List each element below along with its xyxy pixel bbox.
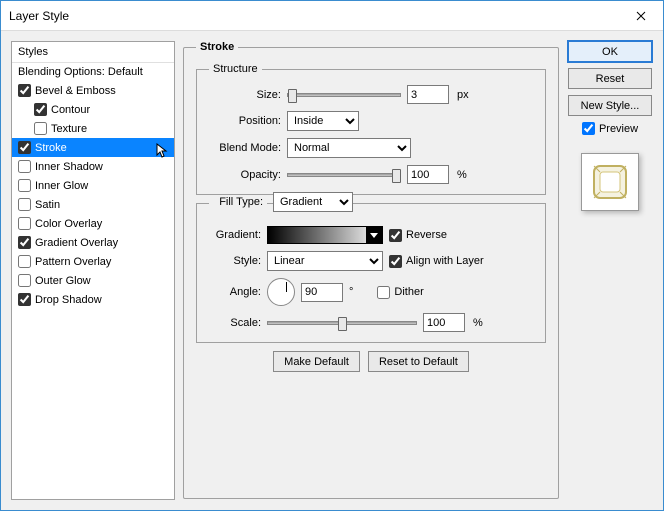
sidebar-item-bevel-emboss[interactable]: Bevel & Emboss bbox=[12, 81, 174, 100]
ok-button[interactable]: OK bbox=[568, 41, 652, 62]
inner-shadow-checkbox[interactable] bbox=[18, 160, 31, 173]
opacity-input[interactable] bbox=[407, 165, 449, 184]
opacity-row: Opacity: % bbox=[209, 165, 533, 184]
blending-options-row[interactable]: Blending Options: Default bbox=[12, 63, 174, 81]
gradient-style-select[interactable]: Linear bbox=[267, 251, 383, 271]
gradient-picker[interactable] bbox=[267, 226, 383, 244]
opacity-slider-thumb[interactable] bbox=[392, 169, 401, 183]
style-label: Style: bbox=[209, 255, 261, 267]
inner-glow-checkbox[interactable] bbox=[18, 179, 31, 192]
reset-default-button[interactable]: Reset to Default bbox=[368, 351, 469, 372]
titlebar: Layer Style bbox=[1, 1, 663, 31]
window-title: Layer Style bbox=[9, 9, 618, 23]
bevel-checkbox[interactable] bbox=[18, 84, 31, 97]
size-label: Size: bbox=[209, 89, 281, 101]
close-button[interactable] bbox=[618, 1, 663, 30]
style-row: Style: Linear Align with Layer bbox=[209, 251, 533, 271]
scale-row: Scale: % bbox=[209, 313, 533, 332]
styles-sidebar: Styles Blending Options: Default Bevel &… bbox=[11, 41, 175, 500]
main-panel: Stroke Structure Size: px Position: Insi… bbox=[183, 41, 559, 500]
position-row: Position: Inside bbox=[209, 111, 533, 131]
texture-checkbox[interactable] bbox=[34, 122, 47, 135]
sidebar-item-outer-glow[interactable]: Outer Glow bbox=[12, 271, 174, 290]
opacity-label: Opacity: bbox=[209, 169, 281, 181]
sidebar-item-pattern-overlay[interactable]: Pattern Overlay bbox=[12, 252, 174, 271]
size-slider-thumb[interactable] bbox=[288, 89, 297, 103]
size-unit: px bbox=[457, 89, 469, 101]
sidebar-item-drop-shadow[interactable]: Drop Shadow bbox=[12, 290, 174, 309]
action-column: OK Reset New Style... Preview bbox=[567, 41, 653, 500]
blend-row: Blend Mode: Normal bbox=[209, 138, 533, 158]
dither-option[interactable]: Dither bbox=[377, 286, 423, 299]
sidebar-item-color-overlay[interactable]: Color Overlay bbox=[12, 214, 174, 233]
fill-type-select[interactable]: Gradient bbox=[273, 192, 353, 212]
scale-slider[interactable] bbox=[267, 321, 417, 325]
blend-label: Blend Mode: bbox=[209, 142, 281, 154]
size-row: Size: px bbox=[209, 85, 533, 104]
stroke-group: Stroke Structure Size: px Position: Insi… bbox=[183, 41, 559, 499]
position-label: Position: bbox=[209, 115, 281, 127]
position-select[interactable]: Inside bbox=[287, 111, 359, 131]
structure-legend: Structure bbox=[209, 63, 262, 75]
default-buttons: Make Default Reset to Default bbox=[196, 351, 546, 372]
gradient-row: Gradient: Reverse bbox=[209, 226, 533, 244]
scale-slider-thumb[interactable] bbox=[338, 317, 347, 331]
preview-thumbnail bbox=[581, 153, 639, 211]
structure-group: Structure Size: px Position: Inside Blen… bbox=[196, 63, 546, 195]
dither-checkbox[interactable] bbox=[377, 286, 390, 299]
pattern-overlay-checkbox[interactable] bbox=[18, 255, 31, 268]
align-checkbox[interactable] bbox=[389, 255, 402, 268]
preview-checkbox[interactable] bbox=[582, 122, 595, 135]
angle-knob[interactable] bbox=[267, 278, 295, 306]
gem-icon bbox=[588, 160, 632, 204]
dialog-content: Styles Blending Options: Default Bevel &… bbox=[1, 31, 663, 510]
align-option[interactable]: Align with Layer bbox=[389, 255, 484, 268]
angle-row: Angle: ° Dither bbox=[209, 278, 533, 306]
opacity-unit: % bbox=[457, 169, 467, 181]
size-input[interactable] bbox=[407, 85, 449, 104]
contour-checkbox[interactable] bbox=[34, 103, 47, 116]
close-icon bbox=[636, 11, 646, 21]
stroke-legend: Stroke bbox=[196, 41, 238, 53]
color-overlay-checkbox[interactable] bbox=[18, 217, 31, 230]
reset-button[interactable]: Reset bbox=[568, 68, 652, 89]
reverse-option[interactable]: Reverse bbox=[389, 229, 447, 242]
blend-mode-select[interactable]: Normal bbox=[287, 138, 411, 158]
stroke-checkbox[interactable] bbox=[18, 141, 31, 154]
reverse-checkbox[interactable] bbox=[389, 229, 402, 242]
sidebar-item-texture[interactable]: Texture bbox=[12, 119, 174, 138]
fill-type-label: Fill Type: bbox=[209, 196, 267, 208]
angle-input[interactable] bbox=[301, 283, 343, 302]
sidebar-item-contour[interactable]: Contour bbox=[12, 100, 174, 119]
preview-option[interactable]: Preview bbox=[582, 122, 638, 135]
sidebar-item-satin[interactable]: Satin bbox=[12, 195, 174, 214]
outer-glow-checkbox[interactable] bbox=[18, 274, 31, 287]
sidebar-item-stroke[interactable]: Stroke bbox=[12, 138, 174, 157]
fill-group: Fill Type: Gradient Gradient: Reverse St… bbox=[196, 203, 546, 343]
make-default-button[interactable]: Make Default bbox=[273, 351, 360, 372]
scale-label: Scale: bbox=[209, 317, 261, 329]
scale-unit: % bbox=[473, 317, 483, 329]
size-slider[interactable] bbox=[287, 93, 401, 97]
sidebar-item-inner-shadow[interactable]: Inner Shadow bbox=[12, 157, 174, 176]
new-style-button[interactable]: New Style... bbox=[568, 95, 652, 116]
gradient-overlay-checkbox[interactable] bbox=[18, 236, 31, 249]
gradient-label: Gradient: bbox=[209, 229, 261, 241]
angle-unit: ° bbox=[349, 286, 353, 298]
satin-checkbox[interactable] bbox=[18, 198, 31, 211]
sidebar-item-gradient-overlay[interactable]: Gradient Overlay bbox=[12, 233, 174, 252]
opacity-slider[interactable] bbox=[287, 173, 401, 177]
drop-shadow-checkbox[interactable] bbox=[18, 293, 31, 306]
angle-label: Angle: bbox=[209, 286, 261, 298]
scale-input[interactable] bbox=[423, 313, 465, 332]
sidebar-header[interactable]: Styles bbox=[12, 42, 174, 63]
layer-style-dialog: Layer Style Styles Blending Options: Def… bbox=[0, 0, 664, 511]
sidebar-item-inner-glow[interactable]: Inner Glow bbox=[12, 176, 174, 195]
mouse-cursor-icon bbox=[156, 143, 170, 159]
